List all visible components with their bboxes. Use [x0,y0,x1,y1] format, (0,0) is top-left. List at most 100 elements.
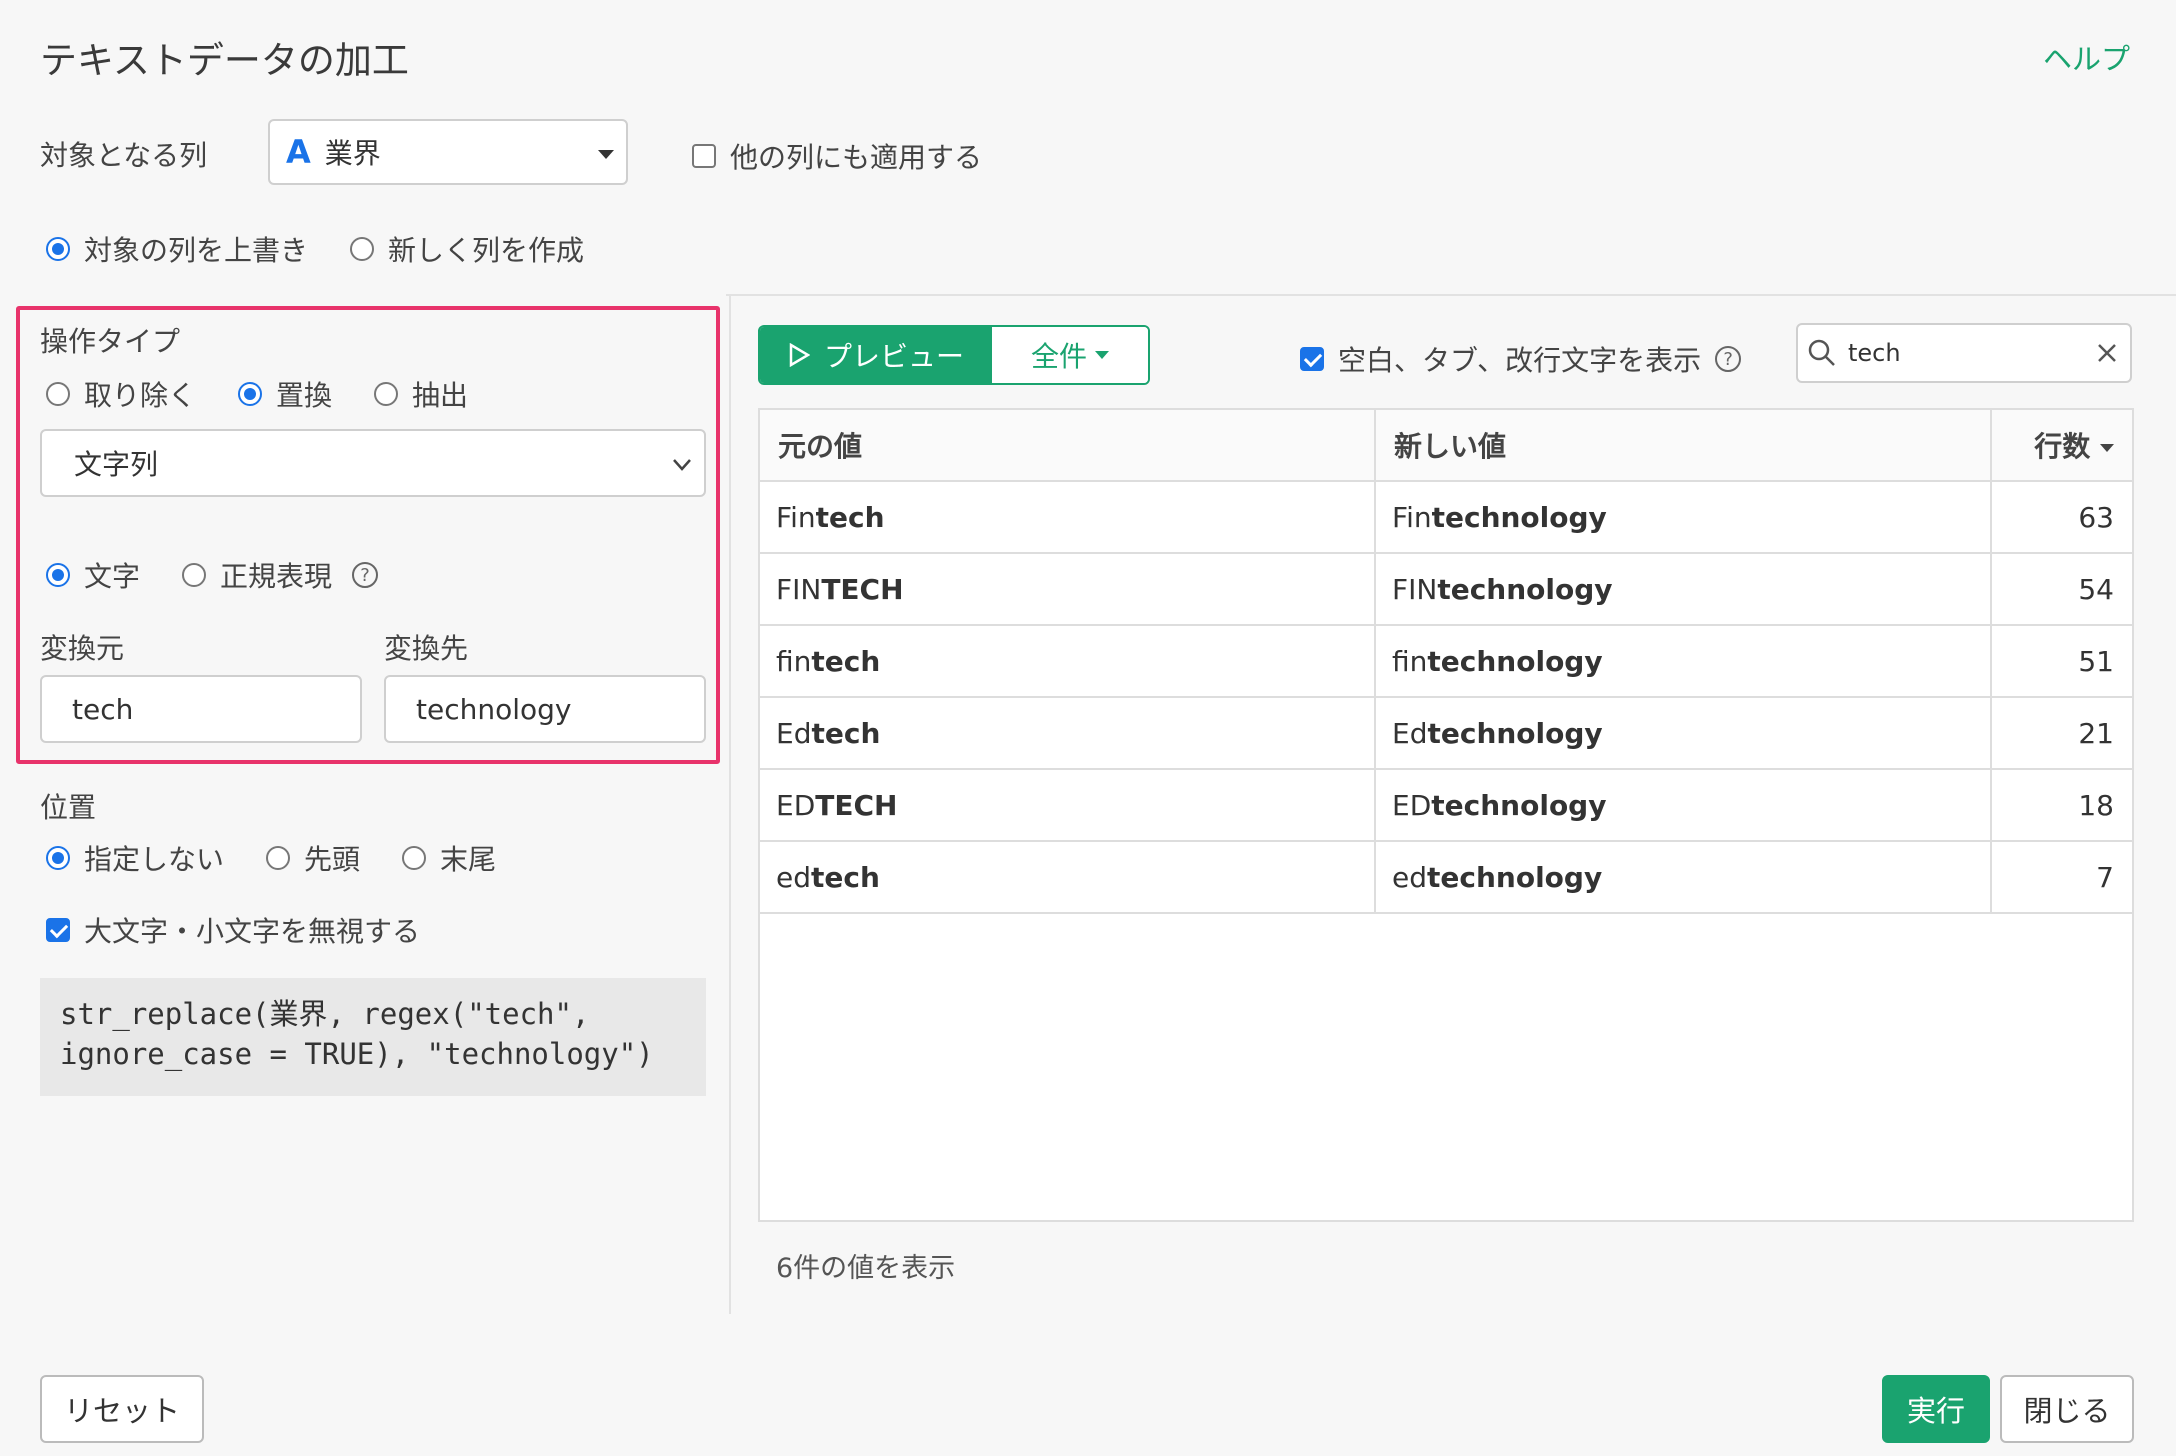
target-column-select[interactable]: A 業界 [268,119,628,185]
operation-extract-option[interactable]: 抽出 [374,374,468,414]
operation-type-label: 操作タイプ [40,325,181,358]
match-type-select[interactable]: 文字列 [40,429,706,497]
original-value-cell: fintech [758,624,1376,698]
preview-button-label: プレビュー [823,340,964,373]
original-value-cell: Edtech [758,696,1376,770]
table-row: Edtech Edtechnology 21 [758,696,2134,770]
sort-caret-icon [2100,444,2114,452]
operation-replace-radio[interactable] [238,382,262,406]
help-circle-icon[interactable]: ? [1715,346,1742,372]
position-none-option[interactable]: 指定しない [46,838,224,878]
original-value-cell-text: ed [776,860,811,894]
match-type-value: 文字列 [74,448,159,481]
match-regex-label: 正規表現 [220,560,333,593]
preview-button[interactable]: プレビュー [760,327,992,383]
operation-remove-option[interactable]: 取り除く [46,374,196,414]
original-value-cell-match: tech [815,500,885,534]
help-link[interactable]: ヘルプ [2043,36,2130,78]
position-end-option[interactable]: 末尾 [402,838,496,878]
search-icon [1808,339,1835,366]
match-regex-radio[interactable] [182,563,206,587]
caret-down-icon [1095,351,1109,359]
clear-icon[interactable] [2096,342,2118,364]
new-value-cell: edtechnology [1374,840,1992,914]
overwrite-radio[interactable] [46,237,70,261]
preview-table-container: 元の値 新しい値 行数 Fintech Fintechnology 63 FINTEC… [758,408,2134,1222]
ignore-case-option[interactable]: 大文字・小文字を無視する [46,910,420,950]
operation-remove-radio[interactable] [46,382,70,406]
position-start-radio[interactable] [266,846,290,870]
table-row: Fintech Fintechnology 63 [758,480,2134,554]
to-label: 変換先 [384,632,469,665]
table-row: fintech fintechnology 51 [758,624,2134,698]
to-input[interactable]: technology [384,675,706,743]
new-column-label: 新しく列を作成 [388,234,585,267]
row-count-cell: 7 [1990,840,2134,914]
row-count-cell-text: 54 [2078,572,2114,606]
new-value-cell-match: technology [1431,500,1607,534]
show-whitespace-option[interactable]: 空白、タブ、改行文字を表示 ? [1300,339,1742,379]
show-whitespace-checkbox[interactable] [1300,347,1324,371]
row-count-cell-text: 18 [2078,788,2114,822]
position-end-radio[interactable] [402,846,426,870]
original-value-cell: FINTECH [758,552,1376,626]
header-original: 元の値 [758,408,1376,482]
new-value-cell: Fintechnology [1374,480,1992,554]
header-count-label: 行数 [2034,430,2091,463]
table-header-row: 元の値 新しい値 行数 [758,408,2134,482]
new-value-cell: EDtechnology [1374,768,1992,842]
show-whitespace-label: 空白、タブ、改行文字を表示 [1338,344,1702,377]
position-start-option[interactable]: 先頭 [266,838,360,878]
row-count-cell-text: 21 [2078,716,2114,750]
operation-remove-label: 取り除く [84,379,197,412]
original-value-cell-match: tech [811,716,881,750]
original-value-cell-match: TECH [815,788,898,822]
apply-other-columns-label: 他の列にも適用する [730,141,983,174]
values-shown-count: 6件の値を表示 [776,1253,956,1284]
all-records-dropdown[interactable]: 全件 [992,327,1148,383]
row-count-cell-text: 7 [2096,860,2114,894]
original-value-cell-match: TECH [821,572,904,606]
new-column-option[interactable]: 新しく列を作成 [350,229,584,269]
row-count-cell-text: 63 [2078,500,2114,534]
page-title: テキストデータの加工 [40,39,409,82]
header-new: 新しい値 [1374,408,1992,482]
new-value-cell-text: Ed [1392,716,1428,750]
help-circle-icon[interactable]: ? [352,562,379,588]
reset-button[interactable]: リセット [40,1375,204,1443]
target-column-value: 業界 [324,137,381,170]
match-regex-option[interactable]: 正規表現 ? [182,555,379,595]
overwrite-label: 対象の列を上書き [84,234,309,267]
header-count[interactable]: 行数 [1990,408,2134,482]
close-button[interactable]: 閉じる [2000,1375,2134,1443]
new-column-radio[interactable] [350,237,374,261]
horizontal-divider [726,294,2176,296]
match-char-radio[interactable] [46,563,70,587]
operation-extract-radio[interactable] [374,382,398,406]
ignore-case-checkbox[interactable] [46,918,70,942]
original-value-cell: EDTECH [758,768,1376,842]
new-value-cell-text: fin [1392,644,1428,678]
search-box[interactable]: tech [1796,323,2132,383]
overwrite-option[interactable]: 対象の列を上書き [46,229,308,269]
row-count-cell: 63 [1990,480,2134,554]
search-input[interactable]: tech [1848,339,1901,367]
from-input[interactable]: tech [40,675,362,743]
apply-other-columns-option[interactable]: 他の列にも適用する [692,136,982,176]
apply-other-columns-checkbox[interactable] [692,144,716,168]
new-value-cell-text: ED [1392,788,1432,822]
new-value-cell-text: FIN [1392,572,1438,606]
new-value-cell: Edtechnology [1374,696,1992,770]
original-value-cell-match: tech [811,644,881,678]
row-count-cell: 18 [1990,768,2134,842]
play-icon [789,343,810,367]
preview-table: 元の値 新しい値 行数 Fintech Fintechnology 63 FINTEC… [758,408,2134,914]
match-char-option[interactable]: 文字 [46,555,140,595]
new-value-cell-match: technology [1427,860,1603,894]
original-value-cell: edtech [758,840,1376,914]
run-button[interactable]: 実行 [1882,1375,1990,1443]
position-none-radio[interactable] [46,846,70,870]
generated-code: str_replace(業界, regex("tech", ignore_cas… [40,978,706,1096]
operation-replace-option[interactable]: 置換 [238,374,332,414]
original-value-cell-match: tech [811,860,880,894]
